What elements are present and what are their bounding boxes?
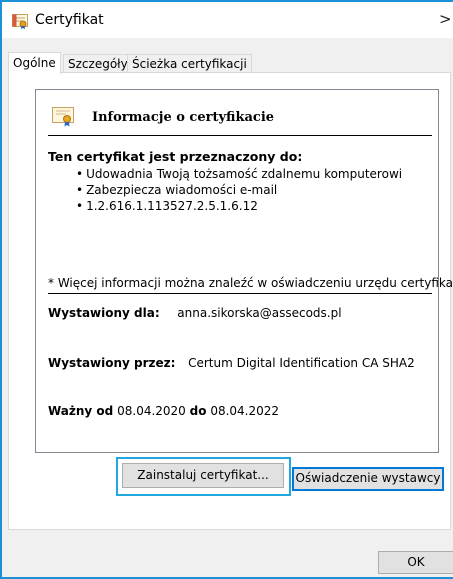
tab-general[interactable]: Ogólne bbox=[8, 52, 61, 74]
ok-button[interactable]: OK bbox=[378, 551, 453, 574]
purpose-list: Udowadnia Twoją tożsamość zdalnemu kompu… bbox=[76, 166, 402, 214]
info-heading: Informacje o certyfikacie bbox=[92, 110, 275, 125]
valid-from-label: Ważny od bbox=[48, 404, 114, 418]
issued-to-label: Wystawiony dla: bbox=[48, 306, 160, 320]
title-bar[interactable]: Certyfikat > bbox=[2, 2, 453, 38]
issued-by-value: Certum Digital Identification CA SHA2 bbox=[188, 356, 415, 370]
list-item: 1.2.616.1.113527.2.5.1.6.12 bbox=[76, 198, 402, 214]
note-divider bbox=[48, 293, 432, 294]
issued-by-row: Wystawiony przez: Certum Digital Identif… bbox=[48, 356, 415, 370]
valid-to-value: 08.04.2022 bbox=[210, 404, 280, 418]
heading-divider bbox=[48, 135, 432, 136]
certificate-dialog: Certyfikat > Ogólne Szczegóły Ścieżka ce… bbox=[0, 0, 453, 579]
issued-by-label: Wystawiony przez: bbox=[48, 356, 176, 370]
list-item: Zabezpiecza wiadomości e-mail bbox=[76, 182, 402, 198]
tab-certification-path[interactable]: Ścieżka certyfikacji bbox=[127, 54, 252, 73]
valid-from-value: 08.04.2020 bbox=[117, 404, 186, 418]
purpose-heading: Ten certyfikat jest przeznaczony do: bbox=[48, 149, 303, 164]
valid-to-label: do bbox=[189, 404, 207, 418]
tab-details[interactable]: Szczegóły bbox=[63, 54, 133, 73]
certificate-icon bbox=[12, 14, 28, 29]
certificate-icon bbox=[52, 107, 74, 127]
list-item: Udowadnia Twoją tożsamość zdalnemu kompu… bbox=[76, 166, 402, 182]
window-title: Certyfikat bbox=[35, 12, 104, 28]
issuer-statement-note: * Więcej informacji można znaleźć w oświ… bbox=[48, 276, 453, 290]
close-icon[interactable]: > bbox=[439, 10, 453, 28]
issued-to-row: Wystawiony dla: anna.sikorska@assecods.p… bbox=[48, 306, 342, 320]
certificate-info-box: Informacje o certyfikacie Ten certyfikat… bbox=[35, 89, 453, 453]
issued-to-value: anna.sikorska@assecods.pl bbox=[177, 306, 342, 320]
validity-row: Ważny od 08.04.2020 do 08.04.2022 bbox=[48, 404, 279, 418]
install-certificate-button[interactable]: Zainstaluj certyfikat... bbox=[122, 463, 284, 488]
issuer-statement-button[interactable]: Oświadczenie wystawcy bbox=[292, 467, 444, 491]
